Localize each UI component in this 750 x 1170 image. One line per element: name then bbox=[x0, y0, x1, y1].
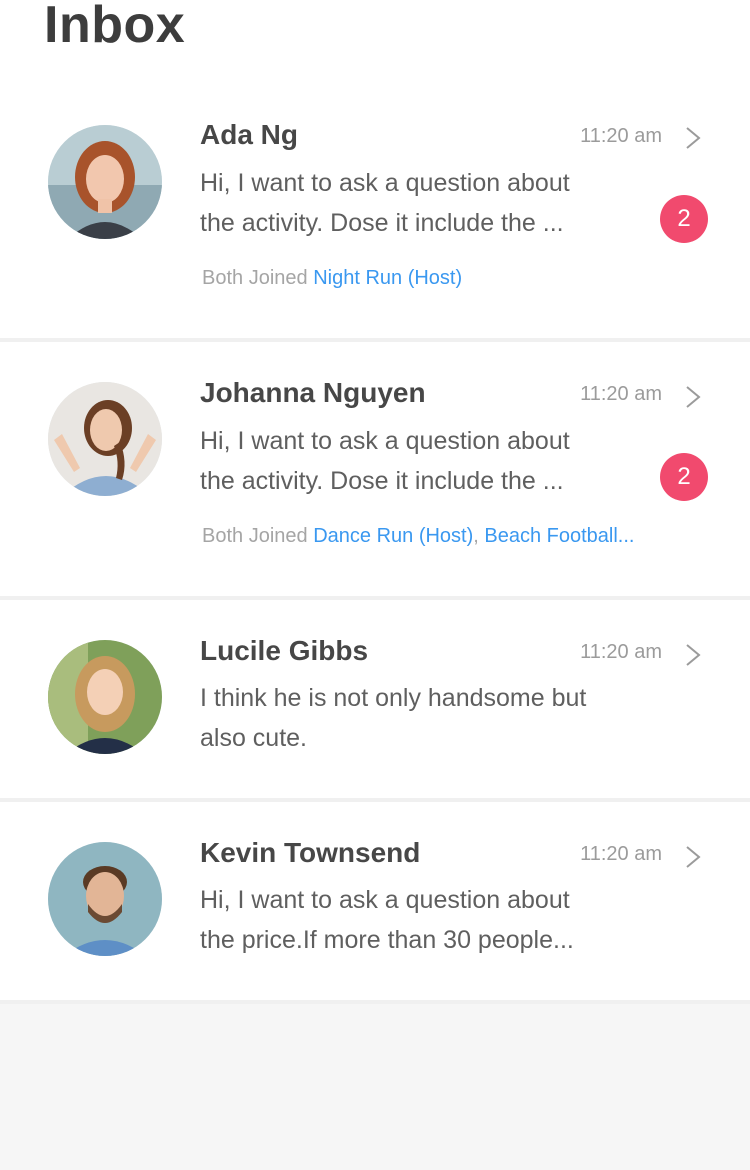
message-time: 11:20 am bbox=[580, 125, 662, 147]
message-time: 11:20 am bbox=[580, 383, 662, 405]
joined-activities: Both Joined Night Run (Host) bbox=[202, 265, 462, 291]
header: Inbox bbox=[0, 0, 750, 85]
chevron-right-icon[interactable] bbox=[684, 125, 702, 151]
avatar bbox=[48, 640, 162, 754]
activity-link[interactable]: Night Run (Host) bbox=[313, 267, 462, 289]
page-title: Inbox bbox=[44, 0, 186, 54]
thread-row-ada-ng[interactable]: Ada Ng 11:20 am Hi, I want to ask a ques… bbox=[0, 85, 750, 338]
message-preview: Hi, I want to ask a question about the p… bbox=[200, 880, 620, 960]
chevron-right-icon[interactable] bbox=[684, 384, 702, 410]
preview-line: the activity. Dose it include the ... bbox=[200, 467, 564, 495]
chevron-right-icon[interactable] bbox=[684, 642, 702, 668]
contact-name: Ada Ng bbox=[200, 119, 298, 150]
activity-separator: , bbox=[473, 525, 479, 547]
message-time: 11:20 am bbox=[580, 641, 662, 663]
message-time: 11:20 am bbox=[580, 843, 662, 865]
contact-name: Lucile Gibbs bbox=[200, 635, 369, 666]
message-preview: Hi, I want to ask a question about the a… bbox=[200, 421, 620, 501]
joined-activities: Both Joined Dance Run (Host), Beach Foot… bbox=[202, 523, 634, 549]
preview-line: the price.If more than 30 people... bbox=[200, 926, 574, 954]
contact-name: Johanna Nguyen bbox=[200, 377, 426, 408]
preview-line: Hi, I want to ask a question about bbox=[200, 169, 570, 197]
avatar bbox=[48, 842, 162, 956]
avatar bbox=[48, 382, 162, 496]
joined-prefix: Both Joined bbox=[202, 525, 308, 547]
thread-row-johanna-nguyen[interactable]: Johanna Nguyen 11:20 am Hi, I want to as… bbox=[0, 342, 750, 596]
activity-link[interactable]: Beach Football... bbox=[484, 525, 634, 547]
thread-row-kevin-townsend[interactable]: Kevin Townsend 11:20 am Hi, I want to as… bbox=[0, 802, 750, 1000]
thread-row-lucile-gibbs[interactable]: Lucile Gibbs 11:20 am I think he is not … bbox=[0, 600, 750, 798]
contact-name: Kevin Townsend bbox=[200, 837, 421, 868]
preview-line: Hi, I want to ask a question about bbox=[200, 886, 570, 914]
preview-line: also cute. bbox=[200, 724, 308, 752]
unread-badge: 2 bbox=[660, 195, 708, 243]
avatar bbox=[48, 125, 162, 239]
preview-line: Hi, I want to ask a question about bbox=[200, 427, 570, 455]
joined-prefix: Both Joined bbox=[202, 267, 308, 289]
unread-badge: 2 bbox=[660, 453, 708, 501]
preview-line: the activity. Dose it include the ... bbox=[200, 209, 564, 237]
message-preview: Hi, I want to ask a question about the a… bbox=[200, 163, 620, 243]
message-preview: I think he is not only handsome but also… bbox=[200, 678, 620, 758]
divider bbox=[0, 1000, 750, 1004]
chevron-right-icon[interactable] bbox=[684, 844, 702, 870]
preview-line: I think he is not only handsome but bbox=[200, 684, 587, 712]
activity-link[interactable]: Dance Run (Host) bbox=[313, 525, 473, 547]
